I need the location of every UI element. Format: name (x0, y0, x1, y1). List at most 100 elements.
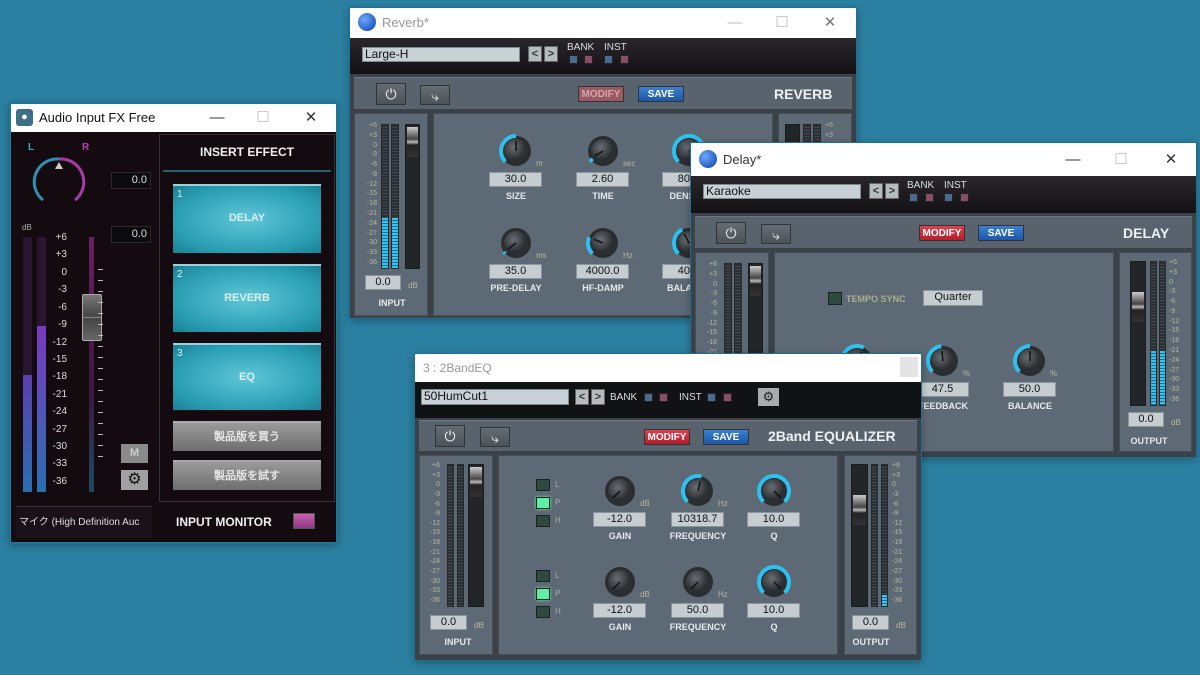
gain-knob[interactable] (602, 473, 638, 509)
filter-type-l-button[interactable] (536, 570, 550, 582)
value-field[interactable]: 2.60 (576, 172, 629, 187)
filter-type-p-button[interactable] (536, 588, 550, 600)
feedback-knob[interactable] (925, 343, 961, 379)
gain-knob[interactable] (602, 564, 638, 600)
output-fader[interactable] (1130, 261, 1146, 406)
tempo-sync-dropdown[interactable]: Quarter (923, 290, 983, 306)
value-field[interactable]: -12.0 (593, 603, 646, 618)
close-button[interactable]: ✕ (1151, 149, 1191, 171)
save-button[interactable]: SAVE (703, 429, 749, 445)
hf-damp-knob[interactable] (585, 225, 621, 261)
maximize-button[interactable]: ☐ (243, 107, 283, 129)
next-preset-button[interactable]: > (544, 46, 558, 62)
value-field[interactable]: 47.5 (916, 382, 969, 397)
fader-handle[interactable] (750, 266, 761, 296)
mute-button[interactable]: M (121, 444, 148, 463)
input-monitor-toggle[interactable] (293, 513, 315, 529)
value-field[interactable]: 4000.0 (576, 264, 629, 279)
filter-type-h-button[interactable] (536, 606, 550, 618)
minimize-button[interactable]: — (1053, 149, 1093, 171)
filter-type-p-button[interactable] (536, 497, 550, 509)
modify-button[interactable]: MODIFY (919, 225, 965, 241)
buy-full-version-button[interactable]: 製品版を買う (173, 421, 321, 451)
input-fader[interactable] (468, 464, 484, 607)
size-knob[interactable] (498, 133, 534, 169)
bank-save-button[interactable] (659, 393, 668, 402)
time-knob[interactable] (585, 133, 621, 169)
q-knob[interactable] (756, 473, 792, 509)
effect-slot-eq[interactable]: 3 EQ (173, 343, 321, 410)
pan-knob[interactable] (31, 154, 87, 210)
minimize-button[interactable]: — (715, 12, 755, 34)
bank-save-button[interactable] (584, 55, 593, 64)
input-value[interactable]: 0.0 (430, 615, 467, 630)
bank-load-button[interactable] (909, 193, 918, 202)
fader-handle[interactable] (470, 467, 482, 497)
output-fader[interactable] (851, 464, 868, 607)
bypass-route-button[interactable]: ⤷ (761, 224, 791, 244)
close-button[interactable] (900, 357, 918, 377)
preset-name-field[interactable]: Karaoke (703, 184, 861, 199)
value-field[interactable]: 10.0 (747, 603, 800, 618)
power-button[interactable]: ⏻ (435, 425, 465, 447)
previous-preset-button[interactable]: < (575, 389, 589, 405)
input-device-selector[interactable]: マイク (High Definition Auc (16, 506, 152, 538)
effect-slot-delay[interactable]: 1 DELAY (173, 184, 321, 253)
next-preset-button[interactable]: > (885, 183, 899, 199)
preset-name-field[interactable]: 50HumCut1 (421, 389, 569, 405)
fader-handle[interactable] (1132, 292, 1144, 322)
power-button[interactable]: ⏻ (716, 222, 746, 244)
preset-name-field[interactable]: Large-H (362, 47, 520, 62)
bypass-route-button[interactable]: ⤷ (420, 85, 450, 105)
q-knob[interactable] (756, 564, 792, 600)
inst-save-button[interactable] (960, 193, 969, 202)
value-field[interactable]: 10318.7 (671, 512, 724, 527)
tempo-sync-checkbox[interactable] (828, 292, 842, 305)
fader-handle[interactable] (853, 495, 866, 525)
effect-slot-reverb[interactable]: 2 REVERB (173, 264, 321, 332)
value-field[interactable]: 50.0 (1003, 382, 1056, 397)
inst-load-button[interactable] (604, 55, 613, 64)
value-field[interactable]: 10.0 (747, 512, 800, 527)
save-button[interactable]: SAVE (978, 225, 1024, 241)
input-fader[interactable] (405, 124, 420, 269)
settings-gear-icon[interactable]: ⚙ (758, 388, 779, 406)
inst-load-button[interactable] (944, 193, 953, 202)
bank-save-button[interactable] (925, 193, 934, 202)
power-button[interactable]: ⏻ (376, 83, 406, 105)
frequency-knob[interactable] (680, 473, 716, 509)
frequency-knob[interactable] (680, 564, 716, 600)
filter-type-l-button[interactable] (536, 479, 550, 491)
close-button[interactable]: ✕ (291, 107, 331, 129)
inst-save-button[interactable] (723, 393, 732, 402)
fader-handle[interactable] (407, 127, 418, 157)
inst-load-button[interactable] (707, 393, 716, 402)
close-button[interactable]: ✕ (810, 12, 850, 34)
filter-type-h-button[interactable] (536, 515, 550, 527)
try-full-version-button[interactable]: 製品版を試す (173, 460, 321, 490)
value-field[interactable]: 35.0 (489, 264, 542, 279)
minimize-button[interactable]: — (197, 107, 237, 129)
maximize-button[interactable]: ☐ (762, 12, 802, 34)
bank-load-button[interactable] (644, 393, 653, 402)
value-field[interactable]: 30.0 (489, 172, 542, 187)
bank-load-button[interactable] (569, 55, 578, 64)
output-value[interactable]: 0.0 (1128, 412, 1164, 427)
previous-preset-button[interactable]: < (869, 183, 883, 199)
previous-preset-button[interactable]: < (528, 46, 542, 62)
maximize-button[interactable]: ☐ (1101, 149, 1141, 171)
settings-gear-icon[interactable]: ⚙ (121, 470, 148, 490)
value-field[interactable]: -12.0 (593, 512, 646, 527)
balance-knob[interactable] (1012, 343, 1048, 379)
modify-button[interactable]: MODIFY (644, 429, 690, 445)
bypass-route-button[interactable]: ⤷ (480, 427, 510, 447)
modify-button[interactable]: MODIFY (578, 86, 624, 102)
next-preset-button[interactable]: > (591, 389, 605, 405)
inst-save-button[interactable] (620, 55, 629, 64)
output-value[interactable]: 0.0 (852, 615, 889, 630)
input-value[interactable]: 0.0 (365, 275, 401, 290)
pre-delay-knob[interactable] (498, 225, 534, 261)
save-button[interactable]: SAVE (638, 86, 684, 102)
gain-fader-track[interactable] (89, 237, 94, 492)
value-field[interactable]: 50.0 (671, 603, 724, 618)
